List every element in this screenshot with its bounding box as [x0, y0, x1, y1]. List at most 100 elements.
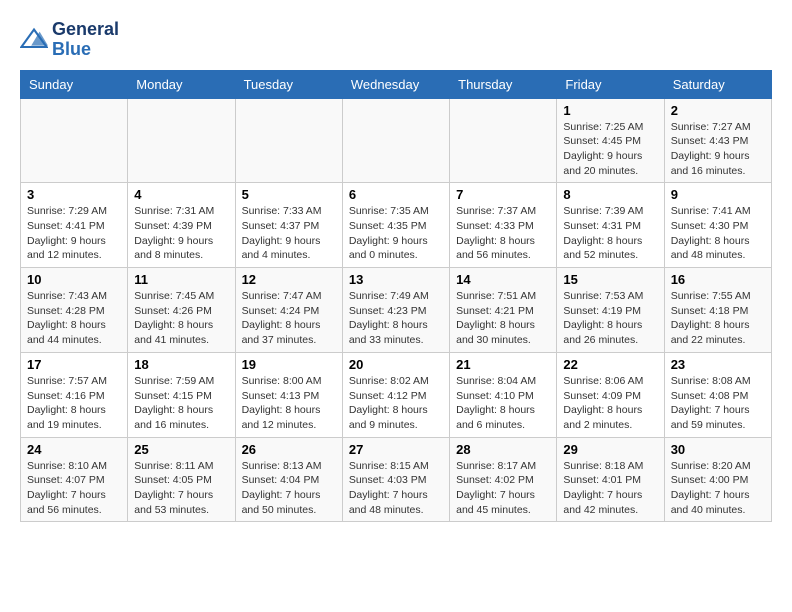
calendar-cell: 5Sunrise: 7:33 AM Sunset: 4:37 PM Daylig…: [235, 183, 342, 268]
calendar-week-4: 17 Sunrise: 7:57 AM Sunset: 4:16 PM Dayli…: [21, 352, 772, 437]
day-info: Sunrise: 7:31 AM Sunset: 4:39 PM Dayligh…: [134, 204, 228, 263]
day-info: Sunrise: 8:04 AM Sunset: 4:10 PM Dayligh…: [456, 374, 550, 433]
calendar-cell: 6 Sunrise: 7:35 AM Sunset: 4:35 PM Daylig…: [342, 183, 449, 268]
day-number: 27: [349, 442, 443, 457]
day-number: 24: [27, 442, 121, 457]
day-number: 29: [563, 442, 657, 457]
calendar-cell: 19 Sunrise: 8:00 AM Sunset: 4:13 PM Dayli…: [235, 352, 342, 437]
day-number: 19: [242, 357, 336, 372]
calendar-cell: 2 Sunrise: 7:27 AM Sunset: 4:43 PM Daylig…: [664, 98, 771, 183]
calendar-cell: 13 Sunrise: 7:49 AM Sunset: 4:23 PM Dayli…: [342, 268, 449, 353]
calendar-cell: 11 Sunrise: 7:45 AM Sunset: 4:26 PM Dayli…: [128, 268, 235, 353]
day-number: 13: [349, 272, 443, 287]
calendar-week-3: 10Sunrise: 7:43 AM Sunset: 4:28 PM Dayli…: [21, 268, 772, 353]
calendar-cell: 17 Sunrise: 7:57 AM Sunset: 4:16 PM Dayli…: [21, 352, 128, 437]
day-header-thursday: Thursday: [450, 70, 557, 98]
day-number: 25: [134, 442, 228, 457]
day-number: 7: [456, 187, 550, 202]
day-number: 10: [27, 272, 121, 287]
day-info: Sunrise: 7:37 AM Sunset: 4:33 PM Dayligh…: [456, 204, 550, 263]
calendar-header-row: SundayMondayTuesdayWednesdayThursdayFrid…: [21, 70, 772, 98]
day-header-wednesday: Wednesday: [342, 70, 449, 98]
calendar-cell: 3 Sunrise: 7:29 AM Sunset: 4:41 PM Daylig…: [21, 183, 128, 268]
calendar-cell: 29Sunrise: 8:18 AM Sunset: 4:01 PM Dayli…: [557, 437, 664, 522]
calendar-cell: 25 Sunrise: 8:11 AM Sunset: 4:05 PM Dayli…: [128, 437, 235, 522]
day-number: 6: [349, 187, 443, 202]
day-info: Sunrise: 8:02 AM Sunset: 4:12 PM Dayligh…: [349, 374, 443, 433]
logo-icon: [20, 26, 48, 54]
calendar-cell: 12 Sunrise: 7:47 AM Sunset: 4:24 PM Dayli…: [235, 268, 342, 353]
day-number: 9: [671, 187, 765, 202]
calendar-week-5: 24 Sunrise: 8:10 AM Sunset: 4:07 PM Dayli…: [21, 437, 772, 522]
day-number: 3: [27, 187, 121, 202]
day-number: 22: [563, 357, 657, 372]
day-number: 15: [563, 272, 657, 287]
day-header-friday: Friday: [557, 70, 664, 98]
day-info: Sunrise: 7:59 AM Sunset: 4:15 PM Dayligh…: [134, 374, 228, 433]
day-info: Sunrise: 7:25 AM Sunset: 4:45 PM Dayligh…: [563, 120, 657, 179]
day-info: Sunrise: 8:06 AM Sunset: 4:09 PM Dayligh…: [563, 374, 657, 433]
day-info: Sunrise: 7:49 AM Sunset: 4:23 PM Dayligh…: [349, 289, 443, 348]
day-info: Sunrise: 7:41 AM Sunset: 4:30 PM Dayligh…: [671, 204, 765, 263]
calendar-cell: 22 Sunrise: 8:06 AM Sunset: 4:09 PM Dayli…: [557, 352, 664, 437]
calendar-cell: 7 Sunrise: 7:37 AM Sunset: 4:33 PM Daylig…: [450, 183, 557, 268]
day-info: Sunrise: 8:08 AM Sunset: 4:08 PM Dayligh…: [671, 374, 765, 433]
day-info: Sunrise: 8:17 AM Sunset: 4:02 PM Dayligh…: [456, 459, 550, 518]
calendar-week-1: 1 Sunrise: 7:25 AM Sunset: 4:45 PM Daylig…: [21, 98, 772, 183]
calendar-cell: 15 Sunrise: 7:53 AM Sunset: 4:19 PM Dayli…: [557, 268, 664, 353]
calendar-week-2: 3 Sunrise: 7:29 AM Sunset: 4:41 PM Daylig…: [21, 183, 772, 268]
day-info: Sunrise: 7:39 AM Sunset: 4:31 PM Dayligh…: [563, 204, 657, 263]
day-number: 20: [349, 357, 443, 372]
day-info: Sunrise: 8:15 AM Sunset: 4:03 PM Dayligh…: [349, 459, 443, 518]
day-info: Sunrise: 8:10 AM Sunset: 4:07 PM Dayligh…: [27, 459, 121, 518]
calendar-cell: 18 Sunrise: 7:59 AM Sunset: 4:15 PM Dayli…: [128, 352, 235, 437]
calendar-cell: 14 Sunrise: 7:51 AM Sunset: 4:21 PM Dayli…: [450, 268, 557, 353]
calendar-cell: 24 Sunrise: 8:10 AM Sunset: 4:07 PM Dayli…: [21, 437, 128, 522]
day-header-tuesday: Tuesday: [235, 70, 342, 98]
calendar-cell: [342, 98, 449, 183]
logo-text: General Blue: [52, 20, 119, 60]
day-number: 28: [456, 442, 550, 457]
calendar-cell: 16Sunrise: 7:55 AM Sunset: 4:18 PM Dayli…: [664, 268, 771, 353]
calendar-cell: [235, 98, 342, 183]
page-header: General Blue: [20, 20, 772, 60]
day-number: 1: [563, 103, 657, 118]
day-number: 4: [134, 187, 228, 202]
day-info: Sunrise: 7:53 AM Sunset: 4:19 PM Dayligh…: [563, 289, 657, 348]
day-number: 16: [671, 272, 765, 287]
calendar-cell: 30 Sunrise: 8:20 AM Sunset: 4:00 PM Dayli…: [664, 437, 771, 522]
day-number: 5: [242, 187, 336, 202]
day-info: Sunrise: 7:51 AM Sunset: 4:21 PM Dayligh…: [456, 289, 550, 348]
calendar-cell: 26 Sunrise: 8:13 AM Sunset: 4:04 PM Dayli…: [235, 437, 342, 522]
calendar-cell: 8 Sunrise: 7:39 AM Sunset: 4:31 PM Daylig…: [557, 183, 664, 268]
day-number: 23: [671, 357, 765, 372]
calendar-cell: 27 Sunrise: 8:15 AM Sunset: 4:03 PM Dayli…: [342, 437, 449, 522]
day-number: 2: [671, 103, 765, 118]
day-number: 18: [134, 357, 228, 372]
day-info: Sunrise: 8:00 AM Sunset: 4:13 PM Dayligh…: [242, 374, 336, 433]
day-info: Sunrise: 7:45 AM Sunset: 4:26 PM Dayligh…: [134, 289, 228, 348]
day-number: 12: [242, 272, 336, 287]
day-number: 17: [27, 357, 121, 372]
calendar-cell: 28 Sunrise: 8:17 AM Sunset: 4:02 PM Dayli…: [450, 437, 557, 522]
day-info: Sunrise: 7:47 AM Sunset: 4:24 PM Dayligh…: [242, 289, 336, 348]
calendar-cell: 1 Sunrise: 7:25 AM Sunset: 4:45 PM Daylig…: [557, 98, 664, 183]
day-info: Sunrise: 8:11 AM Sunset: 4:05 PM Dayligh…: [134, 459, 228, 518]
day-info: Sunrise: 8:13 AM Sunset: 4:04 PM Dayligh…: [242, 459, 336, 518]
day-number: 14: [456, 272, 550, 287]
calendar-cell: [450, 98, 557, 183]
day-header-saturday: Saturday: [664, 70, 771, 98]
day-info: Sunrise: 8:20 AM Sunset: 4:00 PM Dayligh…: [671, 459, 765, 518]
day-info: Sunrise: 7:29 AM Sunset: 4:41 PM Dayligh…: [27, 204, 121, 263]
day-number: 26: [242, 442, 336, 457]
calendar-cell: [21, 98, 128, 183]
day-header-monday: Monday: [128, 70, 235, 98]
day-number: 8: [563, 187, 657, 202]
day-number: 21: [456, 357, 550, 372]
day-info: Sunrise: 7:35 AM Sunset: 4:35 PM Dayligh…: [349, 204, 443, 263]
day-info: Sunrise: 7:27 AM Sunset: 4:43 PM Dayligh…: [671, 120, 765, 179]
calendar-cell: [128, 98, 235, 183]
day-info: Sunrise: 7:57 AM Sunset: 4:16 PM Dayligh…: [27, 374, 121, 433]
day-number: 11: [134, 272, 228, 287]
day-number: 30: [671, 442, 765, 457]
